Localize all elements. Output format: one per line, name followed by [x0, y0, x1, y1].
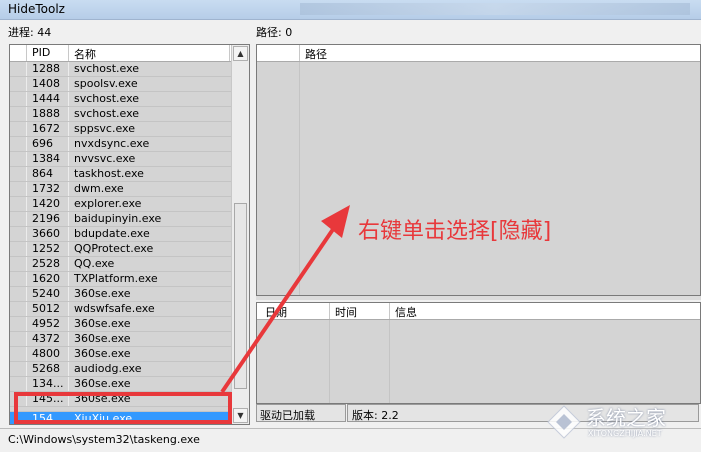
annotation-arrow — [220, 205, 350, 394]
watermark-logo-icon — [547, 405, 581, 439]
arrow-shaft — [220, 220, 340, 394]
watermark: 系统之家 XITONGZHIJIA.NET — [540, 400, 700, 444]
watermark-text: 系统之家 — [586, 406, 666, 430]
annotation-highlight-box — [14, 392, 232, 424]
annotation-text: 右键单击选择[隐藏] — [358, 219, 552, 244]
watermark-subtext: XITONGZHIJIA.NET — [588, 429, 662, 438]
arrow-head — [321, 205, 350, 238]
